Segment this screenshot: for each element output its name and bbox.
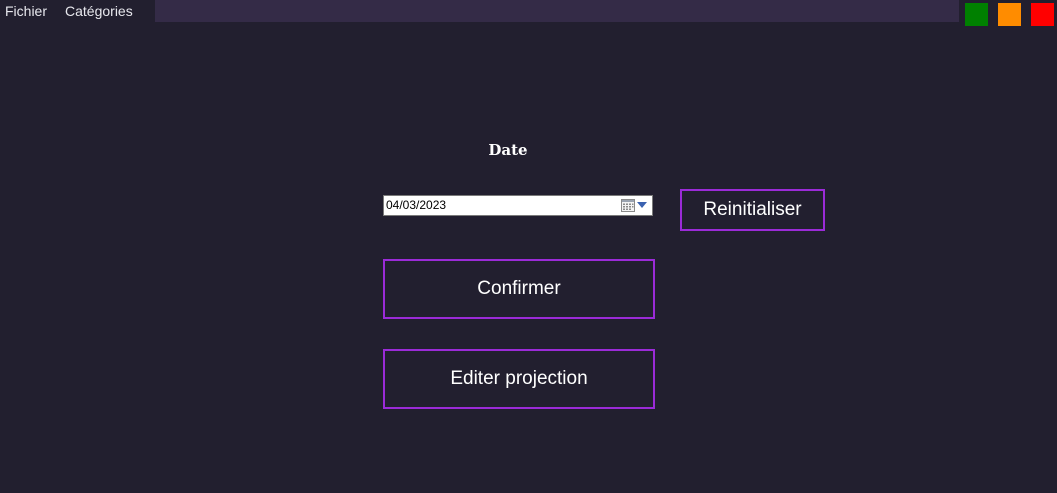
- menu-item-categories[interactable]: Catégories: [60, 0, 138, 22]
- calendar-icon[interactable]: [621, 198, 635, 212]
- edit-projection-button[interactable]: Editer projection: [383, 349, 655, 409]
- date-value[interactable]: 04/03/2023: [386, 197, 446, 214]
- reset-button[interactable]: Reinitialiser: [680, 189, 825, 231]
- minimize-button[interactable]: [998, 3, 1021, 26]
- menu-item-fichier[interactable]: Fichier: [0, 0, 52, 22]
- date-label: Date: [488, 141, 528, 159]
- close-button[interactable]: [1031, 3, 1054, 26]
- menubar-extension: [155, 0, 959, 22]
- maximize-button[interactable]: [965, 3, 988, 26]
- chevron-down-icon[interactable]: [637, 202, 647, 208]
- menubar: Fichier Catégories: [0, 0, 155, 22]
- date-picker[interactable]: 04/03/2023: [383, 195, 653, 216]
- confirm-button[interactable]: Confirmer: [383, 259, 655, 319]
